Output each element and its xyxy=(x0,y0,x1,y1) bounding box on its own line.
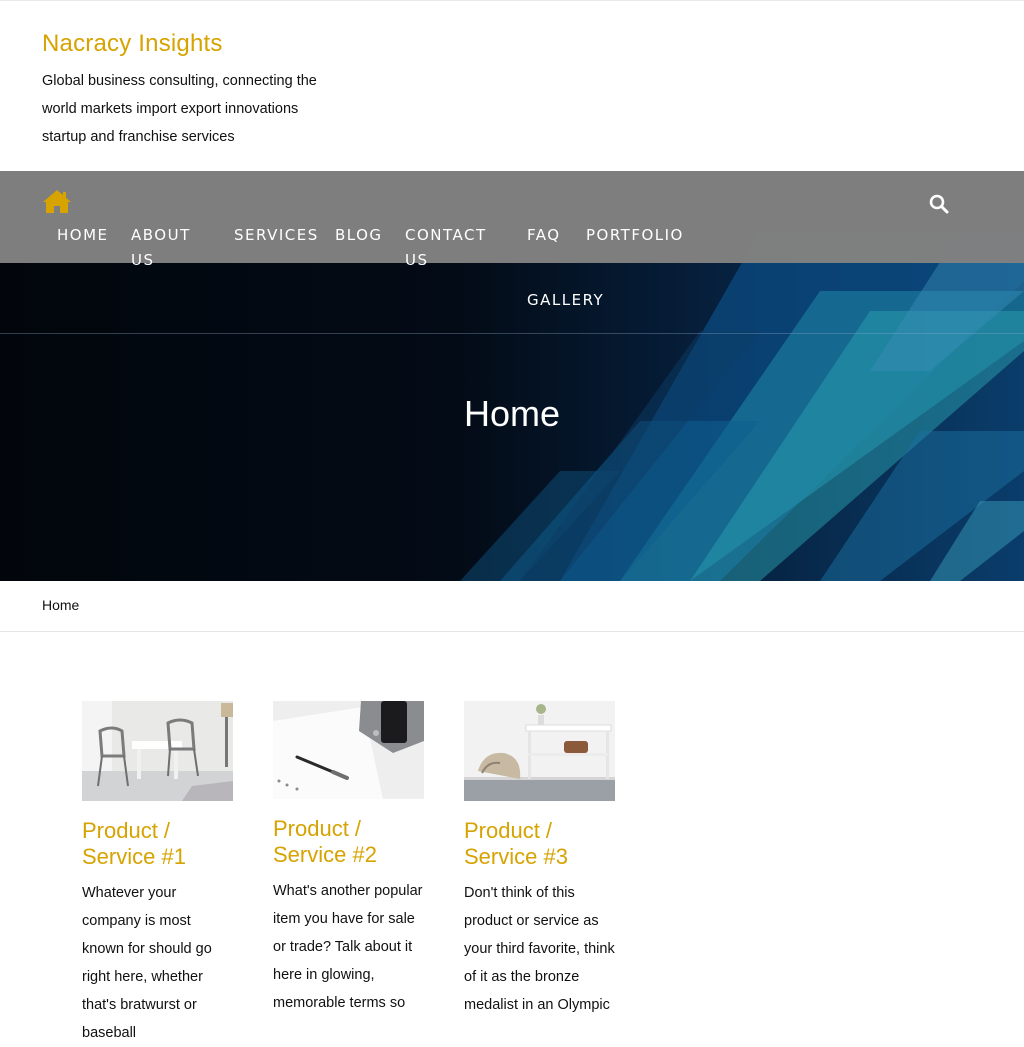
product-text-3: Don't think of this product or service a… xyxy=(464,885,615,1013)
product-card-2: Product / Service #2 What's another popu… xyxy=(273,701,424,1017)
nav-item-gallery[interactable]: GALLERY xyxy=(527,288,604,313)
breadcrumb-divider xyxy=(0,631,1024,632)
product-image-2[interactable] xyxy=(273,701,424,799)
product-image-3[interactable] xyxy=(464,701,615,801)
nav-item-about-us[interactable]: ABOUT US xyxy=(131,223,211,273)
breadcrumb: Home xyxy=(42,597,80,613)
product-title-2[interactable]: Product / Service #2 xyxy=(273,816,424,868)
nav-item-portfolio[interactable]: PORTFOLIO xyxy=(586,223,684,248)
product-card-1: Product / Service #1 Whatever your compa… xyxy=(82,701,233,1047)
product-title-3[interactable]: Product / Service #3 xyxy=(464,818,615,870)
product-text-2: What's another popular item you have for… xyxy=(273,883,423,1011)
site-description: Global business consulting, connecting t… xyxy=(42,73,317,145)
home-icon[interactable] xyxy=(42,188,72,214)
product-text-1: Whatever your company is most known for … xyxy=(82,885,212,1041)
top-border xyxy=(0,0,1024,1)
nav-item-contact-us[interactable]: CONTACT US xyxy=(405,223,505,273)
site-title[interactable]: Nacracy Insights xyxy=(42,30,223,58)
product-image-1[interactable] xyxy=(82,701,233,801)
product-title-1[interactable]: Product / Service #1 xyxy=(82,818,233,870)
nav-item-faq[interactable]: FAQ xyxy=(527,223,561,248)
product-card-3: Product / Service #3 Don't think of this… xyxy=(464,701,615,1019)
nav-item-services[interactable]: SERVICES xyxy=(234,223,319,248)
nav-item-home[interactable]: HOME xyxy=(57,223,109,248)
search-icon[interactable] xyxy=(928,193,950,215)
nav-item-blog[interactable]: BLOG xyxy=(335,223,383,248)
page-title: Home xyxy=(463,393,561,434)
nav-divider xyxy=(0,333,1024,334)
